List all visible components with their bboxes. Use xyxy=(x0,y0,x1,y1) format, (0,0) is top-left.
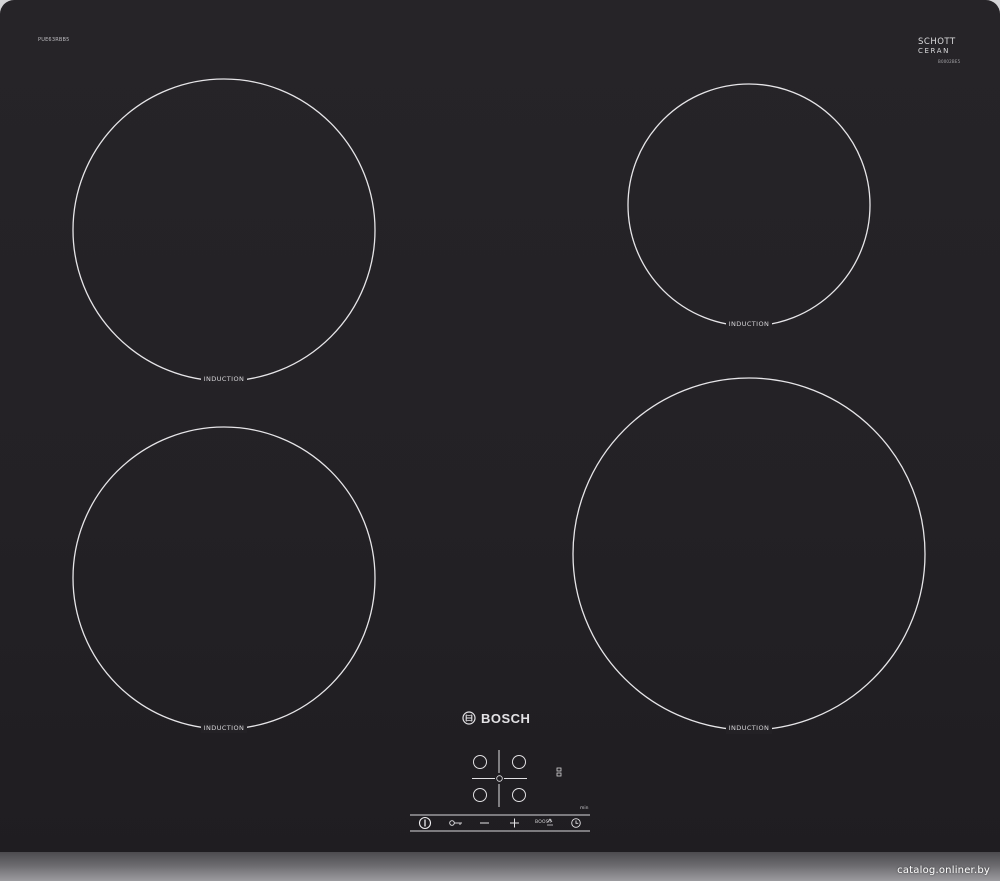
bosch-wordmark: BOSCH xyxy=(481,710,531,726)
zone-ring-front-right[interactable] xyxy=(572,377,926,731)
cooktop-frame-edge xyxy=(0,852,1000,881)
center-timer-icon xyxy=(496,775,503,782)
touch-control-panel xyxy=(410,750,590,832)
zone-ring-front-left-bottom[interactable] xyxy=(72,426,376,730)
zone-select-front-right-icon[interactable] xyxy=(512,788,526,802)
watermark-text: catalog.onliner.by xyxy=(897,865,990,876)
zone-label-front-left-bottom: INDUCTION xyxy=(203,724,245,732)
zone-select-rear-right-icon[interactable] xyxy=(512,755,526,769)
zone-select-front-left-icon[interactable] xyxy=(473,788,487,802)
zone-label-front-right: INDUCTION xyxy=(728,724,770,732)
zone-select-rear-left-icon[interactable] xyxy=(473,755,487,769)
residual-heat-indicator-icon xyxy=(556,767,562,777)
cooking-zones xyxy=(72,78,926,734)
induction-cooktop: PUE63RBB5 SCHOTT CERAN B0002BE5 INDUCTIO… xyxy=(0,0,1000,858)
bosch-logo: BOSCH xyxy=(462,709,530,727)
zone-label-rear-right: INDUCTION xyxy=(728,320,770,328)
power-button[interactable] xyxy=(418,816,432,830)
child-lock-key-icon[interactable] xyxy=(449,820,462,826)
timer-clock-icon[interactable] xyxy=(571,818,581,828)
zone-label-front-left-top: INDUCTION xyxy=(203,375,245,383)
plus-button[interactable] xyxy=(510,818,519,828)
timer-min-label: min xyxy=(580,806,589,811)
zone-ring-front-left-top[interactable] xyxy=(72,78,376,382)
boost-button[interactable]: BOOST xyxy=(535,820,552,825)
bosch-armature-icon xyxy=(462,711,476,725)
zone-ring-rear-right[interactable] xyxy=(627,83,871,327)
